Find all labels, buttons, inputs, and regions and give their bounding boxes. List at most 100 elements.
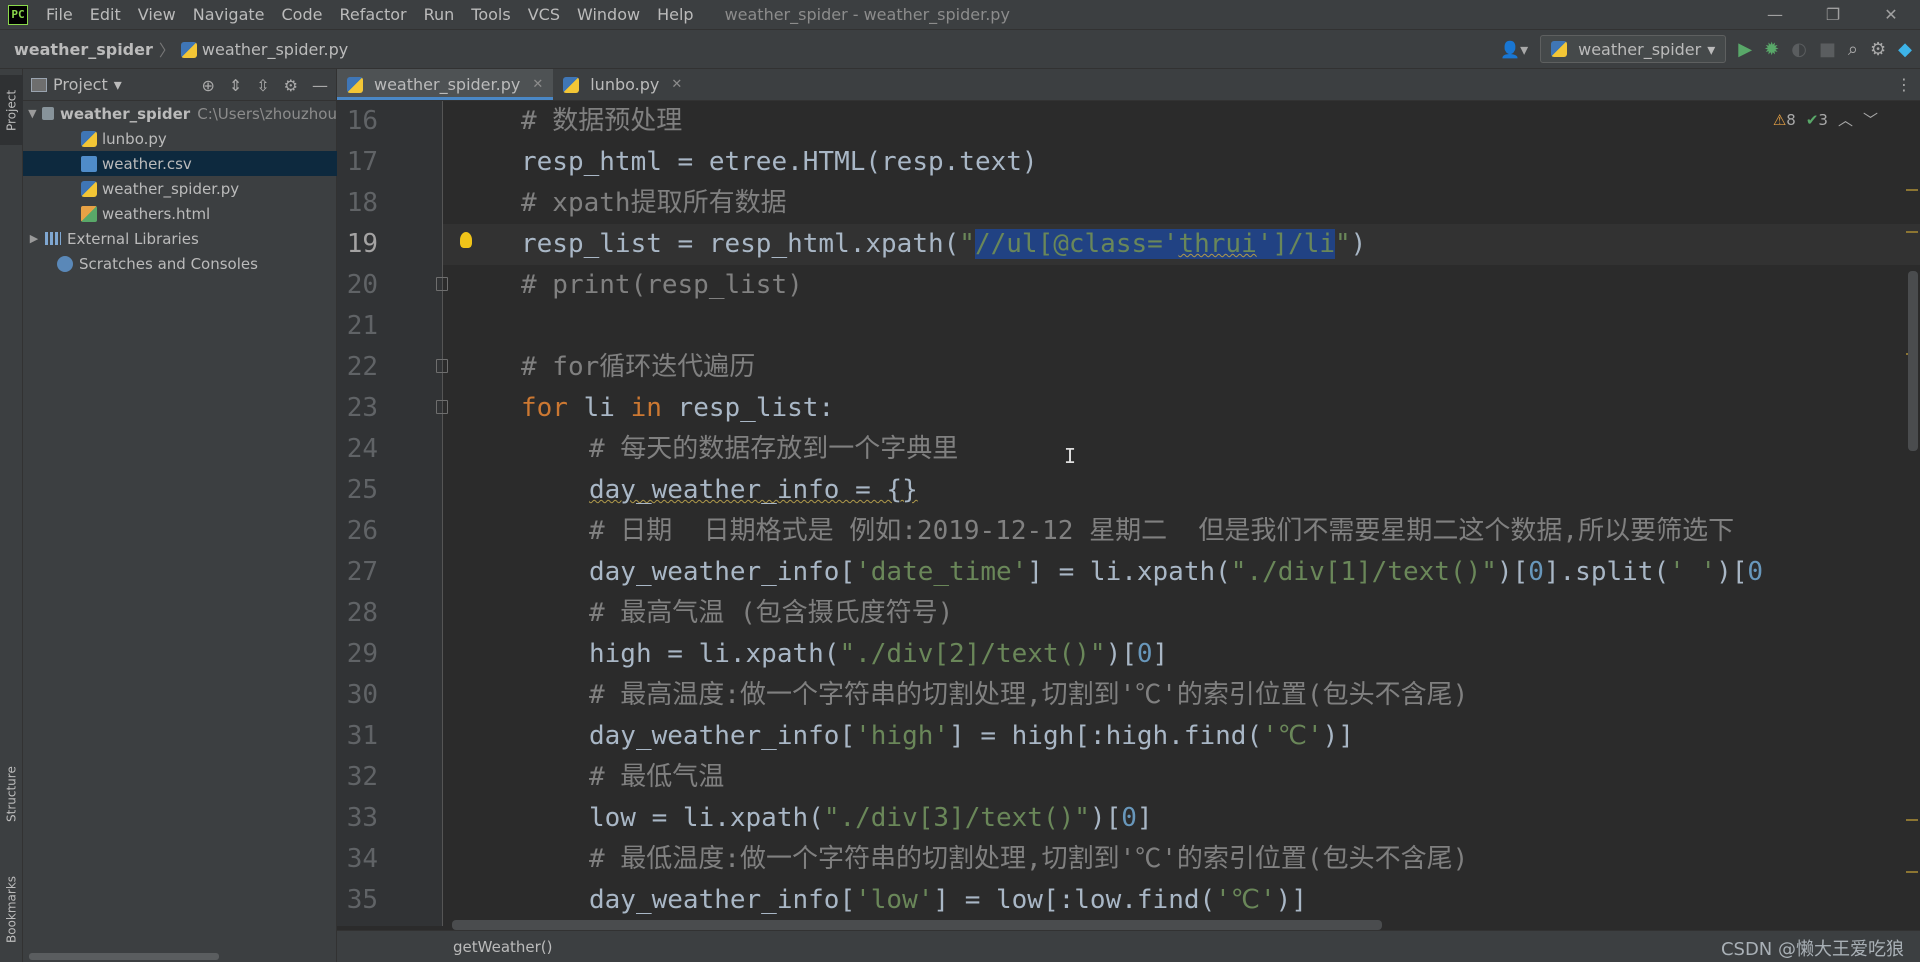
tree-item-label: weather_spider.py <box>102 179 240 198</box>
stop-icon[interactable]: ■ <box>1819 39 1836 60</box>
tab-lunbo[interactable]: lunbo.py ✕ <box>553 69 692 100</box>
breadcrumb-file[interactable]: weather_spider.py <box>180 39 349 59</box>
code-breadcrumb[interactable]: getWeather() <box>453 938 553 956</box>
chevron-down-icon[interactable]: ▼ <box>27 107 38 120</box>
error-stripe-mark[interactable] <box>1906 871 1918 873</box>
gear-icon[interactable]: ⚙ <box>284 76 298 95</box>
tree-item-weather-spider[interactable]: weather_spider.py <box>23 176 337 201</box>
html-file-icon <box>81 205 97 222</box>
code-string: 'low' <box>855 885 934 915</box>
project-panel-tools: ⊕ ⇕ ⇳ ⚙ — <box>201 69 328 101</box>
code-string: '℃' <box>1215 885 1276 915</box>
code-text: day_weather_info[ <box>589 721 856 751</box>
error-stripe-mark[interactable] <box>1906 231 1918 233</box>
close-button[interactable]: ✕ <box>1862 0 1920 29</box>
code-line: day_weather_info = {} <box>589 470 918 511</box>
breadcrumb-file-label: weather_spider.py <box>201 39 349 59</box>
lightbulb-icon[interactable] <box>460 232 472 248</box>
tree-item-external-libraries[interactable]: ▶ External Libraries <box>23 226 337 251</box>
minimize-button[interactable]: — <box>1746 0 1804 29</box>
run-configuration-select[interactable]: weather_spider ▾ <box>1540 35 1727 63</box>
menu-tools[interactable]: Tools <box>463 5 519 24</box>
code-line: # xpath提取所有数据 <box>521 183 787 224</box>
collapse-all-icon[interactable]: ⇳ <box>256 76 269 95</box>
tab-weather-spider[interactable]: weather_spider.py ✕ <box>337 69 554 100</box>
editor-horizontal-scrollbar[interactable] <box>452 920 1382 930</box>
tree-item-scratches[interactable]: Scratches and Consoles <box>23 251 337 276</box>
tab-label: lunbo.py <box>590 75 660 94</box>
structure-tool-tab-label: Structure <box>4 766 19 822</box>
fold-start-icon[interactable] <box>436 400 448 414</box>
menu-window[interactable]: Window <box>569 5 649 24</box>
code-string: "./div[3]/text()" <box>823 803 1090 833</box>
code-text: ] <box>1152 639 1169 669</box>
menu-navigate[interactable]: Navigate <box>185 5 274 24</box>
debug-icon[interactable]: ✹ <box>1764 39 1779 60</box>
more-options-icon[interactable]: ⋮ <box>1896 69 1912 99</box>
menu-help[interactable]: Help <box>649 5 702 24</box>
user-icon[interactable]: 👤▾ <box>1500 40 1528 59</box>
close-icon[interactable]: ✕ <box>532 77 543 92</box>
code-text: ] = li.xpath( <box>1027 557 1231 587</box>
main-menu: File Edit View Navigate Code Refactor Ru… <box>38 5 703 24</box>
tree-item-weather-csv[interactable]: weather.csv <box>23 151 337 176</box>
tree-item-weathers-html[interactable]: weathers.html <box>23 201 337 226</box>
code-text: resp_list = resp_html.xpath( <box>521 229 960 259</box>
editor-vertical-scrollbar[interactable] <box>1908 271 1918 451</box>
line-number: 18 <box>346 188 378 218</box>
project-view-icon <box>31 77 47 92</box>
next-highlight-icon[interactable]: ﹀ <box>1863 109 1878 130</box>
pycharm-logo-icon: PC <box>8 4 28 25</box>
code-keyword: for <box>521 393 568 423</box>
scratches-icon <box>57 255 73 272</box>
close-icon[interactable]: ✕ <box>671 77 682 92</box>
settings-icon[interactable]: ⚙ <box>1870 39 1886 60</box>
code-editor[interactable]: 16 17 18 19 20 21 22 23 24 25 26 27 28 2… <box>337 101 1920 926</box>
restore-button[interactable]: ❐ <box>1804 0 1862 29</box>
menu-file[interactable]: File <box>38 5 82 24</box>
code-line: for li in resp_list: <box>521 388 834 429</box>
jetbrains-icon[interactable]: ◆ <box>1898 39 1912 60</box>
chevron-down-icon: ▾ <box>113 75 122 94</box>
code-line: resp_html = etree.HTML(resp.text) <box>521 142 1038 183</box>
code-number: 0 <box>1136 639 1153 669</box>
code-text: ] <box>1136 803 1153 833</box>
project-horizontal-scrollbar[interactable] <box>29 953 219 960</box>
menu-refactor[interactable]: Refactor <box>331 5 415 24</box>
coverage-icon[interactable]: ◐ <box>1791 39 1807 60</box>
project-tool-tab[interactable]: Project <box>0 75 23 145</box>
code-selection-part: //ul[@class=' <box>974 229 1179 259</box>
code-text: )[ <box>1089 803 1122 833</box>
python-config-icon <box>1551 41 1568 57</box>
expand-all-icon[interactable]: ⇕ <box>229 76 242 95</box>
tree-item-lunbo[interactable]: lunbo.py <box>23 126 337 151</box>
bookmarks-tool-tab[interactable]: Bookmarks <box>0 859 23 959</box>
code-string: '℃' <box>1262 721 1323 751</box>
line-number: 32 <box>346 762 378 792</box>
line-number: 22 <box>346 352 378 382</box>
project-view-select[interactable]: Project ▾ <box>31 75 122 94</box>
fold-start-icon[interactable] <box>436 359 448 373</box>
code-comment: # 日期 日期格式是 例如:2019-12-12 星期二 但是我们不需要星期二这… <box>589 516 1735 546</box>
breadcrumb-project[interactable]: weather_spider <box>14 40 153 59</box>
tree-root-folder[interactable]: ▼ weather_spider C:\Users\zhouzhou <box>23 101 337 126</box>
error-stripe-mark[interactable] <box>1906 819 1918 821</box>
menu-vcs[interactable]: VCS <box>520 5 569 24</box>
menu-edit[interactable]: Edit <box>82 5 130 24</box>
menu-code[interactable]: Code <box>274 5 332 24</box>
previous-highlight-icon[interactable]: ︿ <box>1838 109 1853 130</box>
locate-icon[interactable]: ⊕ <box>201 76 214 95</box>
chevron-right-icon[interactable]: ▶ <box>27 232 41 245</box>
search-icon[interactable]: ⌕ <box>1848 39 1858 60</box>
structure-tool-tab[interactable]: Structure <box>0 749 23 839</box>
hide-icon[interactable]: — <box>312 76 328 95</box>
menu-view[interactable]: View <box>130 5 185 24</box>
run-icon[interactable]: ▶ <box>1738 39 1752 60</box>
inspection-widget[interactable]: ⚠8 ✔3 ︿ ﹀ <box>1773 109 1878 130</box>
project-panel: Project ▾ ⊕ ⇕ ⇳ ⚙ — ▼ weather_spider C:\… <box>23 69 337 962</box>
fold-end-icon[interactable] <box>436 277 448 291</box>
error-stripe-mark[interactable] <box>1906 189 1918 191</box>
menu-run[interactable]: Run <box>416 5 464 24</box>
code-text: low = li.xpath( <box>589 803 824 833</box>
code-line: day_weather_info['date_time'] = li.xpath… <box>589 552 1763 593</box>
